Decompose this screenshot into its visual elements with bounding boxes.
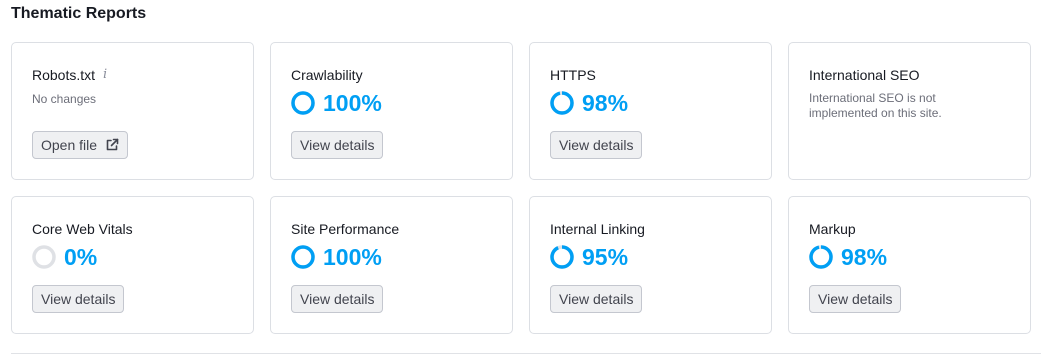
card-title: Markup bbox=[809, 221, 856, 237]
score-metric: 0% bbox=[32, 243, 233, 271]
score-value: 0% bbox=[64, 244, 98, 270]
score-value: 100% bbox=[323, 244, 382, 270]
score-metric: 100% bbox=[291, 89, 492, 117]
progress-ring-fill bbox=[291, 91, 315, 115]
card-internal-linking: Internal Linking 95% View details bbox=[529, 196, 772, 334]
section-title: Thematic Reports bbox=[11, 5, 147, 22]
view-details-button[interactable]: View details bbox=[291, 131, 384, 159]
view-details-button[interactable]: View details bbox=[32, 285, 125, 313]
card-status-text: No changes bbox=[32, 92, 97, 106]
info-icon[interactable]: i bbox=[103, 68, 107, 82]
view-details-button[interactable]: View details bbox=[291, 285, 384, 313]
score-metric: 98% bbox=[809, 243, 1010, 271]
card-title-row: Robots.txt i bbox=[32, 67, 233, 83]
open-file-button[interactable]: Open file bbox=[32, 131, 129, 159]
score-metric: 95% bbox=[550, 243, 751, 271]
card-markup: Markup 98% View details bbox=[788, 196, 1031, 334]
card-title: Robots.txt bbox=[32, 67, 96, 83]
score-value: 98% bbox=[841, 244, 888, 270]
progress-ring-fill bbox=[291, 245, 315, 269]
score-metric: 100% bbox=[291, 243, 492, 271]
view-details-button[interactable]: View details bbox=[809, 285, 902, 313]
progress-ring-track bbox=[32, 245, 56, 269]
view-details-button[interactable]: View details bbox=[550, 131, 643, 159]
external-link-icon bbox=[105, 138, 119, 152]
progress-ring-fill bbox=[809, 245, 833, 269]
progress-ring-icon bbox=[32, 245, 56, 269]
button-label: Open file bbox=[41, 137, 98, 153]
score-value: 100% bbox=[323, 90, 382, 116]
card-title: Crawlability bbox=[291, 67, 363, 83]
progress-ring-icon bbox=[809, 245, 833, 269]
card-crawlability: Crawlability 100% View details bbox=[270, 42, 513, 180]
card-robots-txt: Robots.txt i No changes Open file bbox=[11, 42, 254, 180]
score-value: 98% bbox=[582, 90, 629, 116]
card-title: HTTPS bbox=[550, 67, 596, 83]
section-divider bbox=[11, 353, 1041, 354]
card-title: Core Web Vitals bbox=[32, 221, 133, 237]
progress-ring-icon bbox=[550, 91, 574, 115]
card-title: Site Performance bbox=[291, 221, 400, 237]
card-site-performance: Site Performance 100% View details bbox=[270, 196, 513, 334]
thematic-reports-grid: Robots.txt i No changes Open file Crawla… bbox=[11, 42, 1031, 334]
progress-ring-icon bbox=[550, 245, 574, 269]
card-title: International SEO bbox=[809, 67, 920, 83]
card-core-web-vitals: Core Web Vitals 0% View details bbox=[11, 196, 254, 334]
score-metric: 98% bbox=[550, 89, 751, 117]
card-title: Internal Linking bbox=[550, 221, 645, 237]
view-details-button[interactable]: View details bbox=[550, 285, 643, 313]
card-https: HTTPS 98% View details bbox=[529, 42, 772, 180]
progress-ring-fill bbox=[550, 91, 574, 115]
progress-ring-icon bbox=[291, 91, 315, 115]
progress-ring-icon bbox=[291, 245, 315, 269]
progress-ring-fill bbox=[550, 245, 574, 269]
card-international-seo: International SEO International SEO is n… bbox=[788, 42, 1031, 180]
score-value: 95% bbox=[582, 244, 629, 270]
card-status-text: International SEO is not implemented on … bbox=[809, 91, 942, 120]
